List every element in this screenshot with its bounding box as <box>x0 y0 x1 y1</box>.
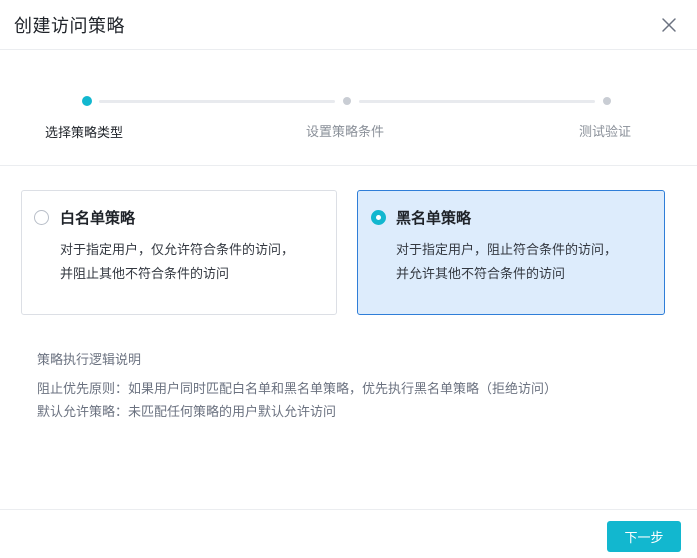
whitelist-radio[interactable] <box>34 210 49 225</box>
policy-logic-line-2: 默认允许策略：未匹配任何策略的用户默认允许访问 <box>37 405 337 420</box>
whitelist-desc-line2: 并阻止其他不符合条件的访问 <box>60 267 230 282</box>
blacklist-desc-line1: 对于指定用户，阻止符合条件的访问， <box>396 243 618 258</box>
policy-logic-line-1: 阻止优先原则：如果用户同时匹配白名单和黑名单策略，优先执行黑名单策略（拒绝访问） <box>37 382 558 397</box>
dialog-footer: 下一步 <box>0 509 697 558</box>
step-3-label: 测试验证 <box>579 125 632 140</box>
next-step-button[interactable]: 下一步 <box>607 521 681 552</box>
step-2-dot <box>343 97 351 105</box>
step-3-dot <box>603 97 611 105</box>
stepper: 选择策略类型 设置策略条件 测试验证 <box>0 51 697 166</box>
blacklist-desc-line2: 并允许其他不符合条件的访问 <box>396 267 566 282</box>
blacklist-radio[interactable] <box>371 210 386 225</box>
whitelist-option-card[interactable]: 白名单策略 对于指定用户，仅允许符合条件的访问， 并阻止其他不符合条件的访问 <box>21 190 337 315</box>
create-access-policy-dialog: 创建访问策略 选择策略类型 设置策略条件 测试验证 白名单策略 对于指定用户，仅… <box>0 0 697 558</box>
whitelist-description: 对于指定用户，仅允许符合条件的访问， 并阻止其他不符合条件的访问 <box>60 239 330 287</box>
whitelist-title: 白名单策略 <box>60 209 136 227</box>
dialog-header: 创建访问策略 <box>0 0 697 50</box>
policy-logic-title: 策略执行逻辑说明 <box>37 353 142 368</box>
whitelist-desc-line1: 对于指定用户，仅允许符合条件的访问， <box>60 243 295 258</box>
step-1-dot <box>82 96 92 106</box>
dialog-title: 创建访问策略 <box>14 16 125 37</box>
blacklist-title: 黑名单策略 <box>396 209 472 227</box>
step-1-label: 选择策略类型 <box>45 126 124 141</box>
blacklist-description: 对于指定用户，阻止符合条件的访问， 并允许其他不符合条件的访问 <box>396 239 666 287</box>
blacklist-option-card[interactable]: 黑名单策略 对于指定用户，阻止符合条件的访问， 并允许其他不符合条件的访问 <box>357 190 665 315</box>
step-connector-1 <box>99 100 335 103</box>
step-connector-2 <box>359 100 595 103</box>
close-icon[interactable] <box>658 14 680 36</box>
step-2-label: 设置策略条件 <box>306 125 385 140</box>
